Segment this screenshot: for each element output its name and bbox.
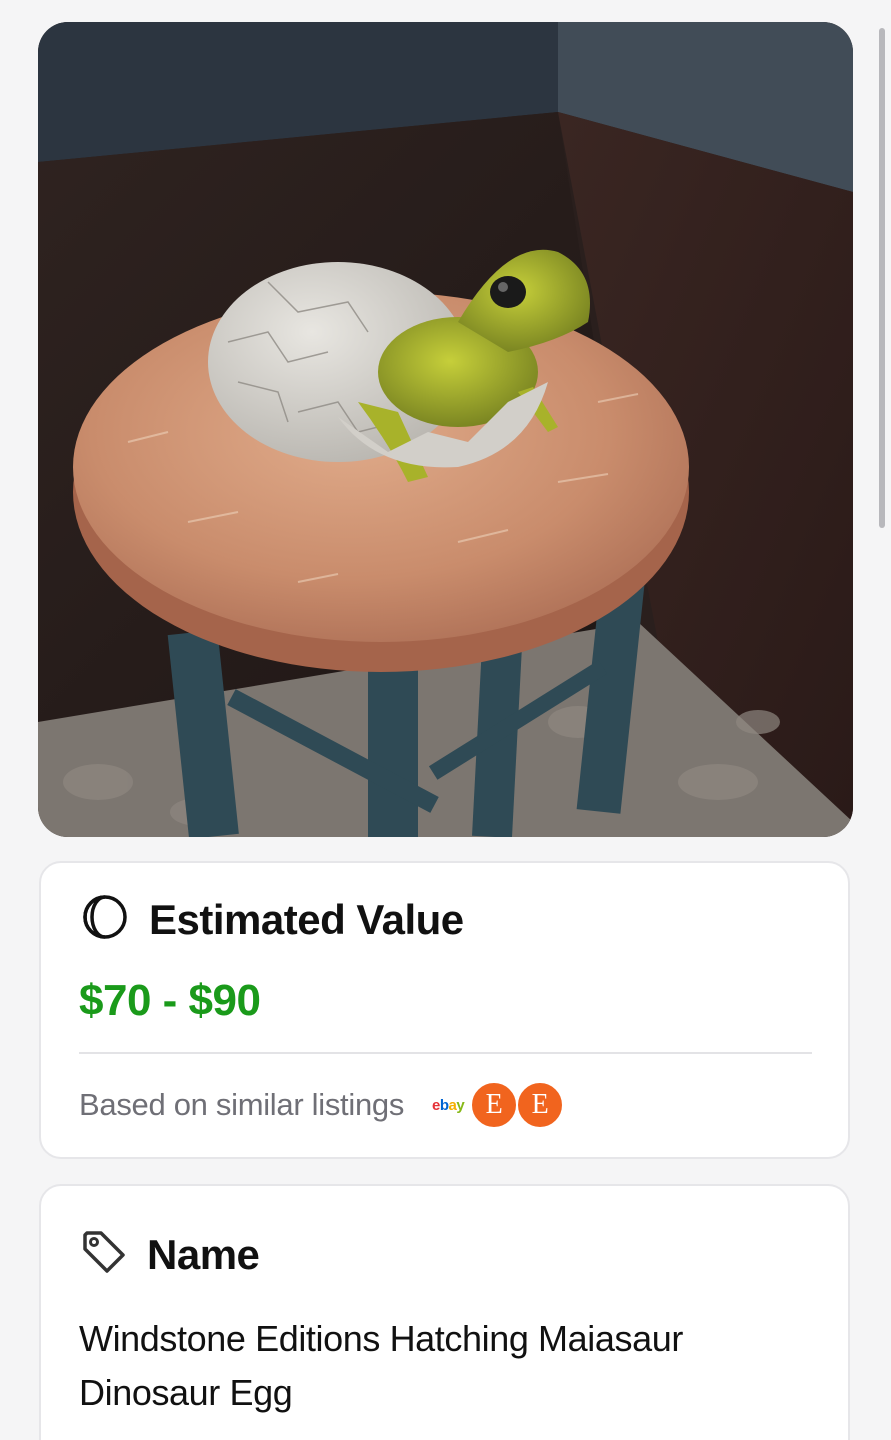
item-detail-page: Estimated Value $70 - $90 Based on simil…	[0, 0, 891, 1440]
source-logos[interactable]: ebay E E	[432, 1081, 565, 1129]
estimated-value-card: Estimated Value $70 - $90 Based on simil…	[39, 861, 850, 1159]
name-card: Name Windstone Editions Hatching Maiasau…	[39, 1184, 850, 1440]
value-circle-icon	[81, 893, 129, 946]
tag-icon	[81, 1229, 127, 1280]
name-title: Name	[147, 1230, 260, 1278]
scrollbar[interactable]	[879, 28, 885, 528]
etsy-logo-1: E	[470, 1081, 519, 1129]
item-photo[interactable]	[38, 22, 853, 837]
sources-row[interactable]: Based on similar listings ebay E E	[79, 1081, 565, 1129]
estimated-value-header: Estimated Value	[81, 893, 464, 946]
divider	[79, 1052, 812, 1054]
etsy-logo-2: E	[516, 1081, 565, 1129]
ebay-logo: ebay	[432, 1096, 465, 1114]
estimated-value-title: Estimated Value	[149, 895, 464, 943]
estimated-price-range: $70 - $90	[79, 976, 261, 1025]
item-name-value: Windstone Editions Hatching Maiasaur Din…	[79, 1318, 683, 1413]
name-header: Name	[81, 1229, 260, 1280]
sources-text: Based on similar listings	[79, 1087, 405, 1122]
hatching-dinosaur-egg-photo	[38, 22, 853, 837]
